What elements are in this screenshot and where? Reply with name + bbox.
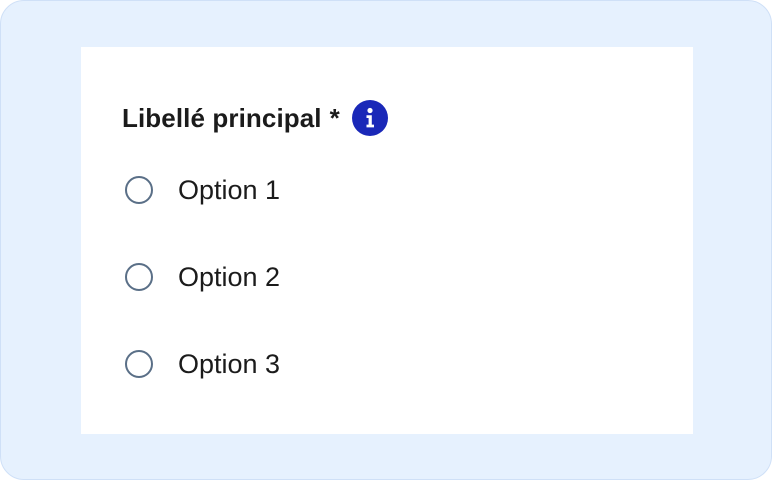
radio-group-legend: Libellé principal * bbox=[122, 100, 388, 136]
radio-option-3[interactable]: Option 3 bbox=[125, 347, 280, 381]
required-indicator: * bbox=[329, 102, 340, 133]
info-icon[interactable] bbox=[351, 100, 388, 136]
info-icon-glyph bbox=[366, 107, 374, 128]
preview-frame: Libellé principal * Option 1 Option 2 Op… bbox=[0, 0, 772, 480]
radio-option-2[interactable]: Option 2 bbox=[125, 260, 280, 294]
radio-option-label: Option 1 bbox=[178, 174, 281, 205]
radio-button[interactable] bbox=[125, 176, 153, 204]
radio-button[interactable] bbox=[125, 263, 153, 291]
radio-option-label: Option 2 bbox=[178, 261, 281, 292]
group-label-text: Libellé principal bbox=[122, 102, 322, 133]
radio-option-label: Option 3 bbox=[178, 348, 281, 379]
radio-button[interactable] bbox=[125, 350, 153, 378]
radio-group-card: Libellé principal * Option 1 Option 2 Op… bbox=[81, 47, 693, 434]
radio-option-1[interactable]: Option 1 bbox=[125, 173, 280, 207]
